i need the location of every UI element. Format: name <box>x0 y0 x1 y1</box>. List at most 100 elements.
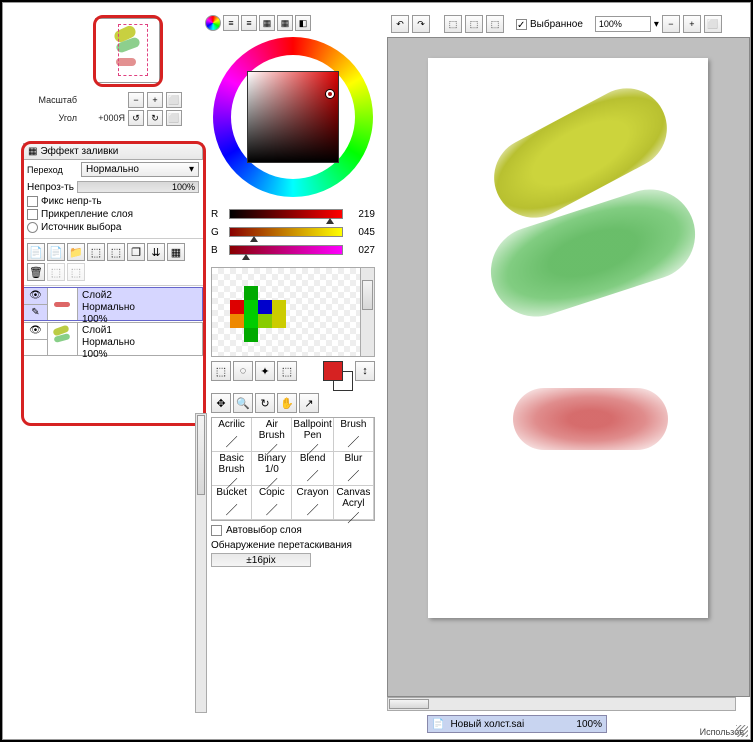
swatch[interactable] <box>286 286 300 300</box>
r-slider[interactable] <box>229 209 343 219</box>
auto-select-checkbox[interactable] <box>211 525 222 536</box>
magic-wand-tool[interactable]: ✦ <box>255 361 275 381</box>
canvas-viewport[interactable] <box>387 37 750 697</box>
brush-preset[interactable]: Canvas Acryl／ <box>334 486 374 520</box>
eyedropper-tool[interactable]: ↗ <box>299 393 319 413</box>
zoom-out-canvas-button[interactable]: − <box>662 15 680 33</box>
brush-preset[interactable]: Air Brush／ <box>252 418 292 452</box>
eye-icon[interactable]: 👁 <box>24 323 47 340</box>
sv-cursor[interactable] <box>326 90 334 98</box>
canvas[interactable] <box>428 58 708 618</box>
color-wheel-tab[interactable] <box>205 15 221 31</box>
swatches-tab[interactable]: ▦ <box>277 15 293 31</box>
opacity-slider[interactable]: 100% <box>77 181 199 193</box>
brush-preset[interactable]: Blend／ <box>292 452 333 486</box>
invert-sel-button[interactable]: ⬚ <box>465 15 483 33</box>
swatch-palette[interactable] <box>211 267 375 357</box>
swatch[interactable] <box>230 286 244 300</box>
hand-tool[interactable]: ✋ <box>277 393 297 413</box>
g-slider[interactable] <box>229 227 343 237</box>
layer-copy-button[interactable]: ❐ <box>127 243 145 261</box>
lasso-tool[interactable]: ◌ <box>233 361 253 381</box>
brush-preset[interactable]: Binary 1/0／ <box>252 452 292 486</box>
fix-opacity-checkbox[interactable] <box>27 196 38 207</box>
flatten-button[interactable]: ⬚ <box>47 263 65 281</box>
selected-checkbox[interactable]: ✓ <box>516 19 527 30</box>
brush-preset[interactable]: Copic／ <box>252 486 292 520</box>
brush-preset[interactable]: Ballpoint Pen／ <box>292 418 333 452</box>
zoom-reset-button[interactable]: ⬜ <box>166 92 182 108</box>
fg-bg-color[interactable] <box>323 361 353 391</box>
merge-down-button[interactable]: ⇊ <box>147 243 165 261</box>
swatch[interactable] <box>272 314 286 328</box>
brush-preset[interactable]: Blur／ <box>334 452 374 486</box>
zoom-in-canvas-button[interactable]: + <box>683 15 701 33</box>
blend-mode-select[interactable]: Нормально ▾ <box>81 162 199 177</box>
file-tab[interactable]: 📄 Новый холст.sai 100% <box>427 715 607 733</box>
rotate-reset-button[interactable]: ⬜ <box>166 110 182 126</box>
clear-layer-button[interactable]: ▦ <box>167 243 185 261</box>
new-folder-button[interactable]: 📁 <box>67 243 85 261</box>
layer-item[interactable]: 👁✎ Слой2 Нормально 100% <box>23 287 203 321</box>
zoom-fit-button[interactable]: ⬜ <box>704 15 722 33</box>
swatch[interactable] <box>272 328 286 342</box>
zoom-tool[interactable]: 🔍 <box>233 393 253 413</box>
scratchpad-tab[interactable]: ◧ <box>295 15 311 31</box>
swatch[interactable] <box>272 286 286 300</box>
swatch[interactable] <box>230 314 244 328</box>
selection-source-radio[interactable] <box>27 222 38 233</box>
new-layer-button[interactable]: 📄 <box>27 243 45 261</box>
brush-preset[interactable]: Brush／ <box>334 418 374 452</box>
transfer-button[interactable]: ⬚ <box>87 243 105 261</box>
redo-button[interactable]: ↷ <box>412 15 430 33</box>
move-sel-tool[interactable]: ⬚ <box>277 361 297 381</box>
swatch[interactable] <box>244 328 258 342</box>
brush-preset[interactable]: Acrilic／ <box>212 418 252 452</box>
drag-detect-slider[interactable]: ±16pix <box>211 553 311 567</box>
resize-grip[interactable] <box>736 725 748 737</box>
rotate-ccw-button[interactable]: ↺ <box>128 110 144 126</box>
swatch[interactable] <box>230 300 244 314</box>
extra-button[interactable]: ⬚ <box>67 263 85 281</box>
eye-icon[interactable]: 👁 <box>24 288 47 305</box>
undo-button[interactable]: ↶ <box>391 15 409 33</box>
swatch[interactable] <box>286 300 300 314</box>
zoom-input[interactable] <box>595 16 651 32</box>
pencil-icon[interactable]: ✎ <box>24 305 47 321</box>
rgb-tab[interactable]: ≡ <box>223 15 239 31</box>
swatch[interactable] <box>272 300 286 314</box>
mask-button[interactable]: ⬚ <box>107 243 125 261</box>
swatch[interactable] <box>286 328 300 342</box>
chevron-down-icon[interactable]: ▾ <box>654 19 659 30</box>
swatch[interactable] <box>244 300 258 314</box>
new-linework-button[interactable]: 📄 <box>47 243 65 261</box>
rotate-cw-button[interactable]: ↻ <box>147 110 163 126</box>
swatch[interactable] <box>258 300 272 314</box>
show-sel-button[interactable]: ⬚ <box>486 15 504 33</box>
swatch[interactable] <box>258 328 272 342</box>
clip-layer-checkbox[interactable] <box>27 209 38 220</box>
mixer-tab[interactable]: ▦ <box>259 15 275 31</box>
brush-preset[interactable]: Basic Brush／ <box>212 452 252 486</box>
zoom-in-button[interactable]: + <box>147 92 163 108</box>
swatch[interactable] <box>258 286 272 300</box>
hsv-tab[interactable]: ≡ <box>241 15 257 31</box>
move-tool[interactable]: ✥ <box>211 393 231 413</box>
brush-preset[interactable]: Bucket／ <box>212 486 252 520</box>
swatch[interactable] <box>258 314 272 328</box>
rotate-tool[interactable]: ↻ <box>255 393 275 413</box>
rect-select-tool[interactable]: ⬚ <box>211 361 231 381</box>
swatch[interactable] <box>230 328 244 342</box>
canvas-h-scrollbar[interactable] <box>387 697 736 711</box>
zoom-out-button[interactable]: − <box>128 92 144 108</box>
swatch[interactable] <box>244 286 258 300</box>
b-slider[interactable] <box>229 245 343 255</box>
desel-button[interactable]: ⬚ <box>444 15 462 33</box>
brush-preset[interactable]: Crayon／ <box>292 486 333 520</box>
swatch-scrollbar[interactable] <box>360 268 374 356</box>
swatch[interactable] <box>286 314 300 328</box>
swatch[interactable] <box>244 314 258 328</box>
delete-layer-button[interactable]: 🗑 <box>27 263 45 281</box>
sv-picker[interactable] <box>247 71 339 163</box>
swap-color-button[interactable]: ↕ <box>355 361 375 381</box>
